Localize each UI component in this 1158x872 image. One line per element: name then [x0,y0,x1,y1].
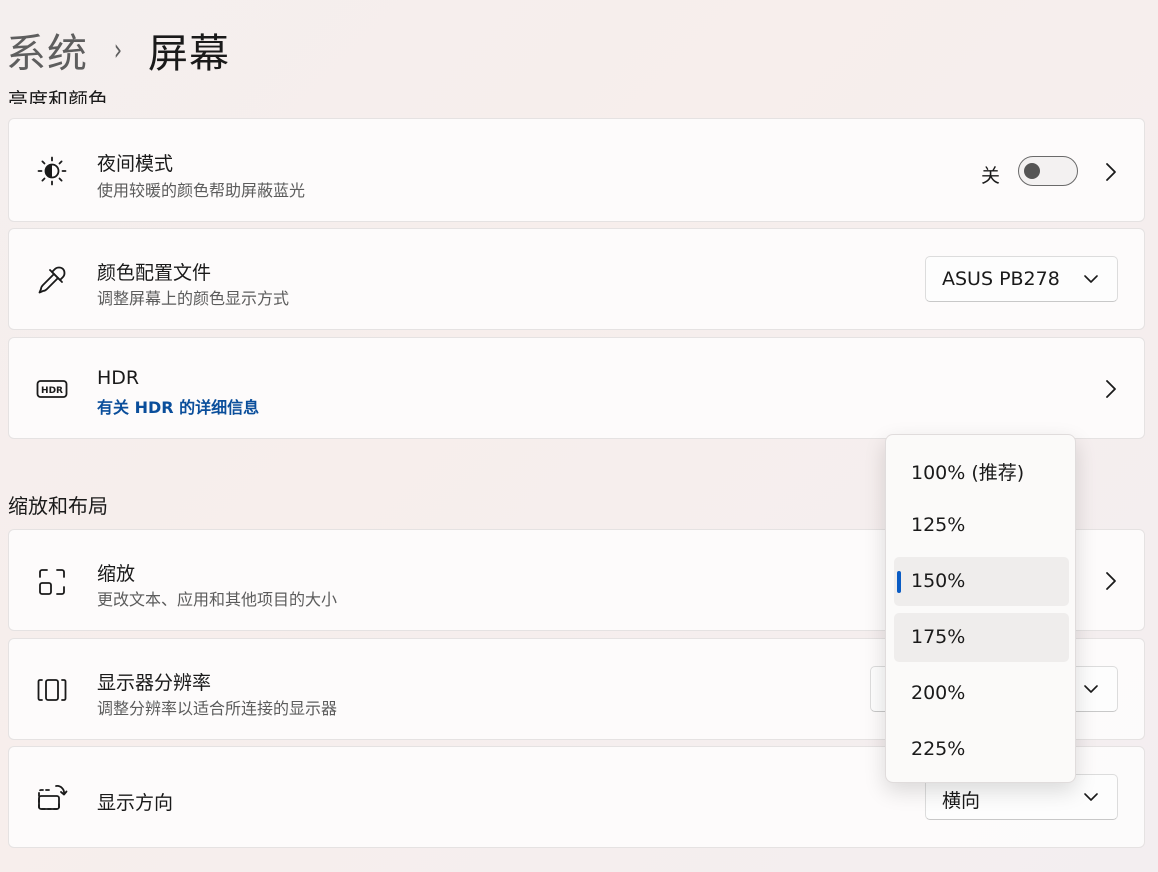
scale-option-label: 200% [911,682,966,704]
breadcrumb-separator-icon: › [113,32,123,68]
section-heading-brightness-color: 亮度和颜色 [8,88,108,104]
night-light-title: 夜间模式 [97,153,174,175]
scale-option-225[interactable]: 225% [894,725,1069,774]
selection-indicator [897,571,901,593]
resolution-title: 显示器分辨率 [97,672,212,694]
scale-dropdown-menu: 100% (推荐) 125% 150% 175% 200% 225% [885,434,1076,783]
chevron-right-icon[interactable] [1104,162,1118,182]
chevron-down-icon [1083,681,1099,697]
scale-option-125[interactable]: 125% [894,501,1069,550]
scale-subtitle: 更改文本、应用和其他项目的大小 [97,590,338,609]
resolution-subtitle: 调整分辨率以适合所连接的显示器 [97,699,338,718]
scale-option-label: 100% (推荐) [911,462,1025,484]
resolution-icon [35,673,69,707]
svg-text:HDR: HDR [41,386,63,396]
scale-option-label: 175% [911,626,966,648]
scale-option-label: 150% [911,570,966,592]
display-orientation-icon [35,781,69,815]
scale-icon [35,565,69,599]
night-light-toggle[interactable] [1018,156,1078,186]
chevron-down-icon [1083,271,1099,287]
scale-option-200[interactable]: 200% [894,669,1069,718]
breadcrumb: 系统 › 屏幕 [6,21,230,79]
scale-option-175[interactable]: 175% [894,613,1069,662]
chevron-right-icon[interactable] [1104,379,1118,399]
hdr-title: HDR [97,367,140,389]
color-profile-title: 颜色配置文件 [97,262,212,284]
page-title: 屏幕 [148,31,230,77]
breadcrumb-parent-system[interactable]: 系统 [6,21,88,79]
night-light-icon [35,154,69,188]
section-heading-scale-layout: 缩放和布局 [8,494,108,518]
scale-option-100[interactable]: 100% (推荐) [894,445,1069,494]
eyedropper-icon [35,263,69,297]
scale-option-150[interactable]: 150% [894,557,1069,606]
orientation-value: 横向 [942,790,981,812]
hdr-card[interactable]: HDR HDR 有关 HDR 的详细信息 [8,337,1145,439]
orientation-title: 显示方向 [97,792,174,814]
color-profile-card: 颜色配置文件 调整屏幕上的颜色显示方式 ASUS PB278 [8,228,1145,330]
chevron-down-icon [1083,789,1099,805]
hdr-icon: HDR [35,372,69,406]
hdr-learn-more-link[interactable]: 有关 HDR 的详细信息 [97,394,259,418]
night-light-state-label: 关 [980,165,1000,187]
scale-title: 缩放 [97,563,136,585]
color-profile-subtitle: 调整屏幕上的颜色显示方式 [97,289,290,308]
night-light-card[interactable]: 夜间模式 使用较暖的颜色帮助屏蔽蓝光 关 [8,118,1145,222]
scale-option-label: 125% [911,514,966,536]
color-profile-dropdown[interactable]: ASUS PB278 [925,256,1118,302]
toggle-knob [1024,163,1040,179]
scale-option-label: 225% [911,738,966,760]
night-light-subtitle: 使用较暖的颜色帮助屏蔽蓝光 [97,181,306,200]
color-profile-value: ASUS PB278 [942,268,1060,290]
chevron-right-icon[interactable] [1104,571,1118,591]
